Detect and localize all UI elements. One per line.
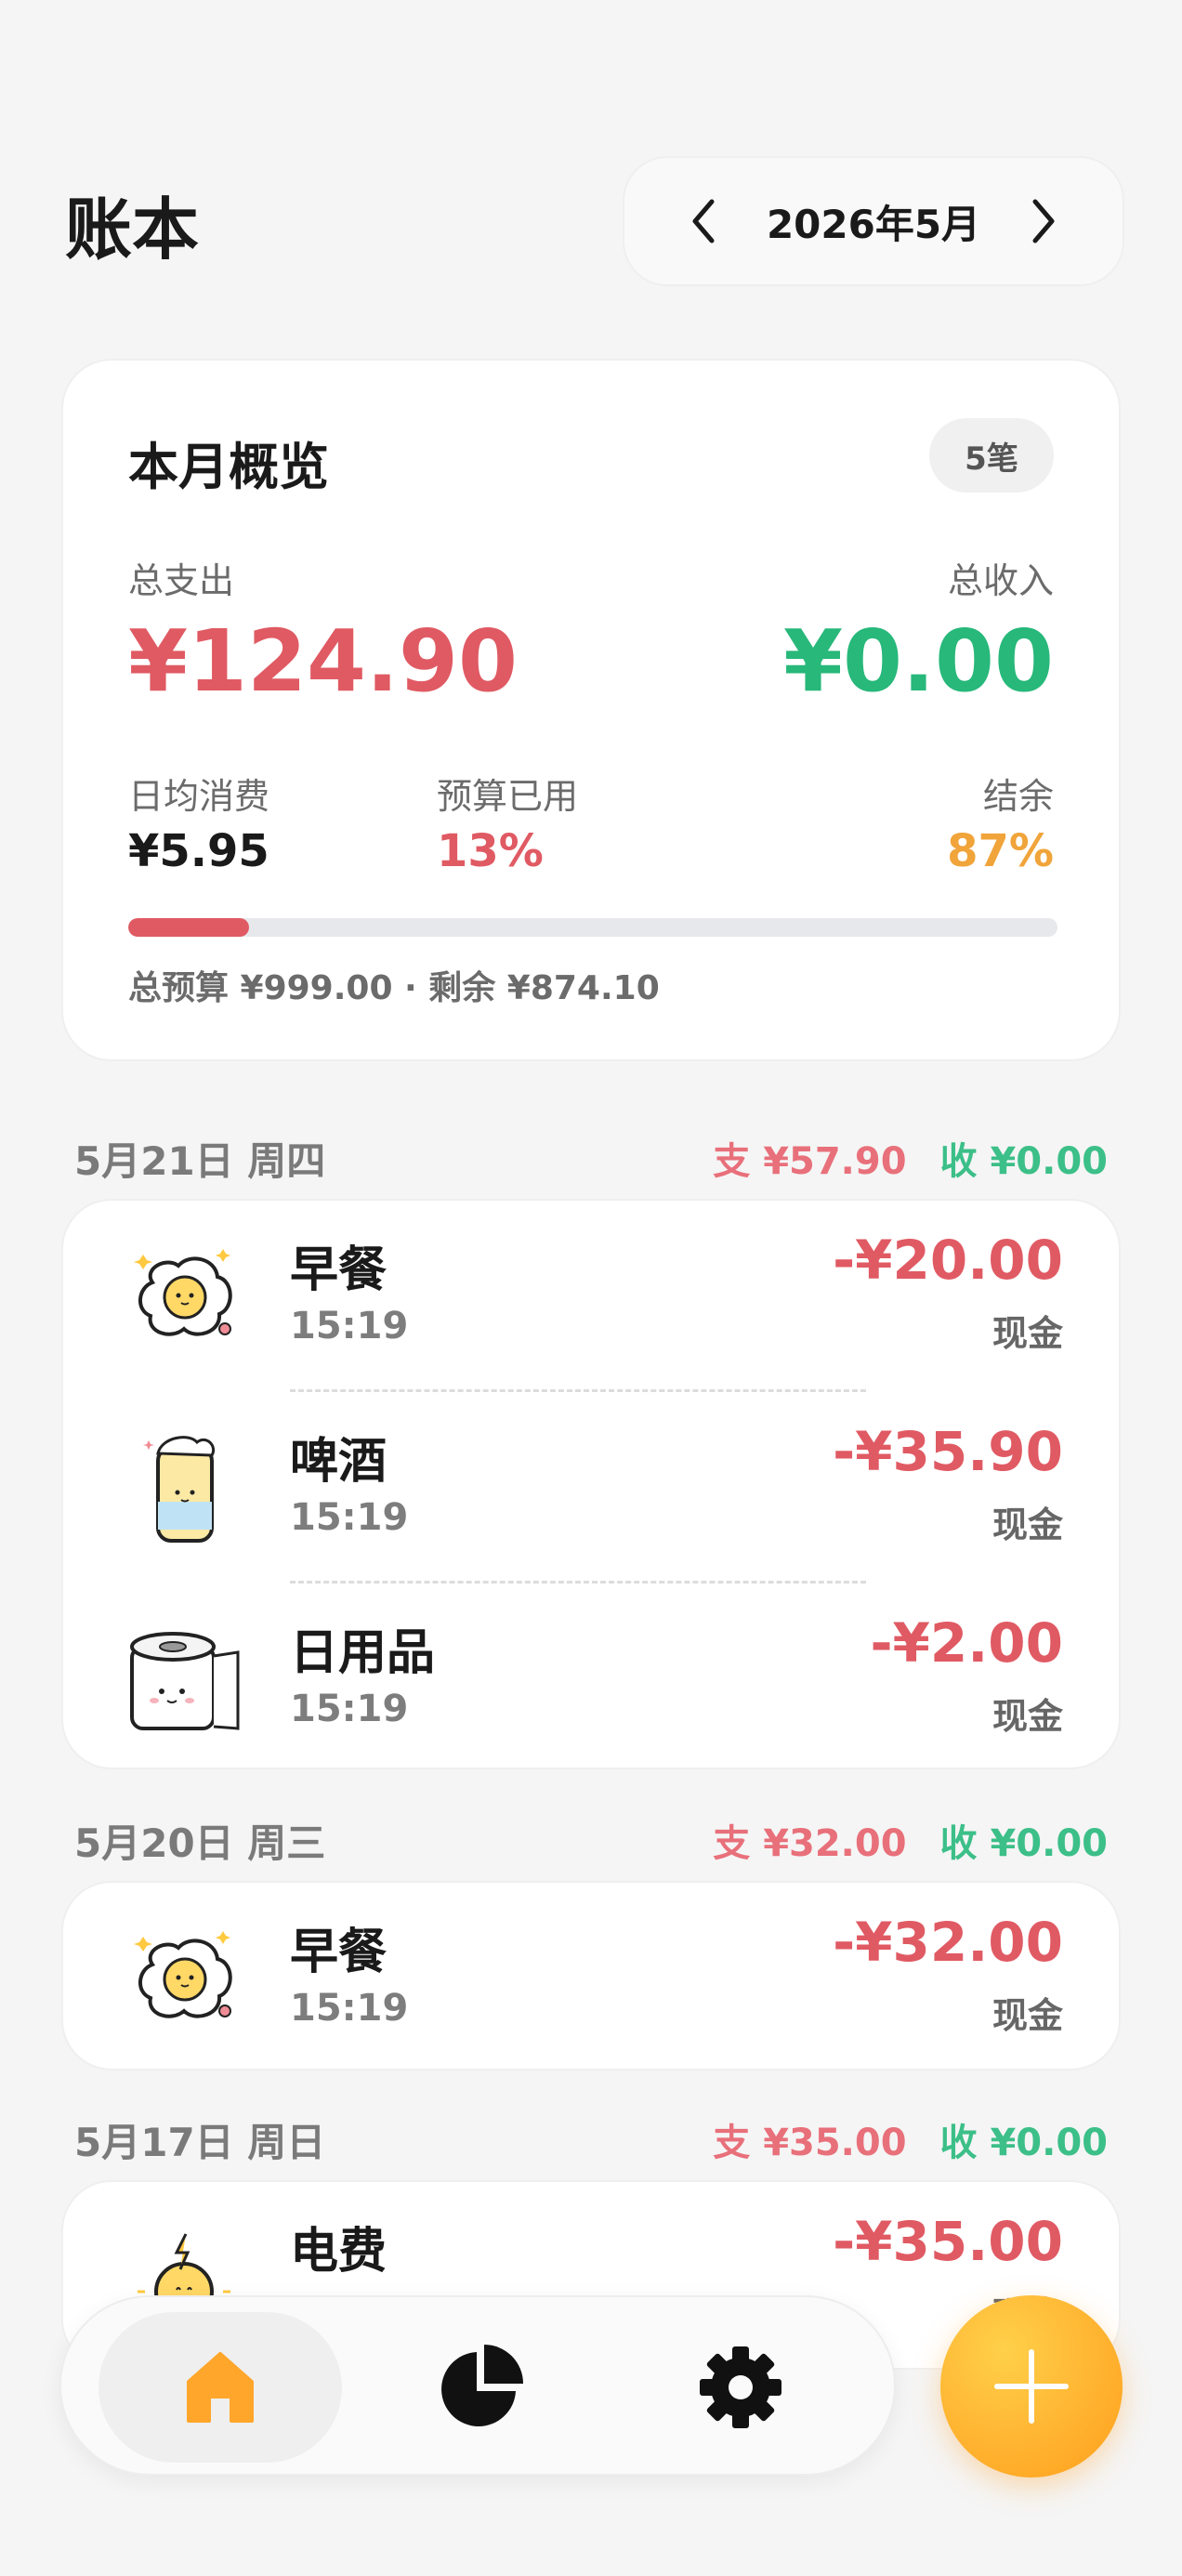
day-income-total: 收 ¥0.00 (939, 1822, 1108, 1865)
entry-row[interactable]: 早餐 15:19 -¥20.00 现金 (63, 1201, 1123, 1392)
overview-card: 本月概览 5笔 总支出 总收入 ¥124.90 ¥0.00 日均消费 ¥5.95… (61, 359, 1121, 1061)
day-date: 5月20日 周三 (74, 1820, 326, 1866)
bottom-nav-bar (59, 2295, 896, 2476)
budget-used-label: 预算已用 (437, 776, 579, 817)
entry-name: 早餐 (290, 1242, 387, 1298)
total-income-value: ¥0.00 (782, 611, 1054, 711)
total-expense-label: 总支出 (128, 560, 235, 601)
day-expense-total: 支 ¥57.90 (713, 1140, 907, 1183)
beer-can-icon (125, 1427, 245, 1548)
entry-amount: -¥35.90 (833, 1420, 1063, 1483)
entry-amount: -¥32.00 (833, 1911, 1063, 1974)
day-income-total: 收 ¥0.00 (939, 2122, 1108, 2164)
budget-progress-fill (128, 918, 249, 937)
day-date: 5月17日 周日 (74, 2119, 326, 2165)
budget-progress-bar (128, 918, 1057, 937)
chevron-right-icon (1032, 199, 1055, 243)
balance-value: 87% (947, 825, 1054, 877)
total-expense-value: ¥124.90 (128, 611, 519, 711)
home-icon (187, 2352, 254, 2423)
nav-home-tab[interactable] (98, 2312, 342, 2463)
entry-method: 现金 (992, 1995, 1063, 2036)
ledger-page: 账本 2026年5月 本月概览 5笔 总支出 总收入 ¥124.90 ¥0.00… (0, 0, 1182, 2576)
entry-method: 现金 (992, 1313, 1063, 1354)
entry-row[interactable]: 日用品 15:19 -¥2.00 现金 (63, 1584, 1123, 1775)
entry-time: 15:19 (290, 1305, 409, 1347)
daily-avg-value: ¥5.95 (128, 825, 269, 877)
day-entries-card: 早餐 15:19 -¥20.00 现金 啤酒 15:19 -¥35.90 现金 (61, 1199, 1121, 1769)
overview-title: 本月概览 (128, 438, 329, 496)
day-date: 5月21日 周四 (74, 1137, 326, 1184)
budget-used-value: 13% (437, 825, 544, 877)
entry-time: 15:19 (290, 1987, 409, 2030)
entry-method: 现金 (992, 1696, 1063, 1737)
day-income-total: 收 ¥0.00 (939, 1140, 1108, 1183)
entry-time: 15:19 (290, 1688, 409, 1730)
entry-row[interactable]: 啤酒 15:19 -¥35.90 现金 (63, 1392, 1123, 1584)
budget-summary: 总预算 ¥999.00 · 剩余 ¥874.10 (128, 969, 660, 1007)
entry-method: 现金 (992, 1505, 1063, 1545)
day-expense-total: 支 ¥35.00 (713, 2122, 907, 2164)
entry-name: 啤酒 (290, 1434, 387, 1490)
entry-name: 早餐 (290, 1925, 387, 1980)
chevron-left-icon (692, 199, 715, 243)
month-label: 2026年5月 (766, 201, 981, 247)
fried-egg-icon (125, 1918, 245, 2039)
nav-stats-tab[interactable] (359, 2312, 602, 2463)
entry-time: 15:19 (290, 1496, 409, 1539)
entry-amount: -¥20.00 (833, 1229, 1063, 1292)
gear-icon (700, 2346, 781, 2428)
daily-avg-label: 日均消费 (128, 776, 270, 817)
day-header: 5月21日 周四 支 ¥57.90 收 ¥0.00 (74, 1130, 1108, 1186)
day-expense-total: 支 ¥32.00 (713, 1822, 907, 1865)
day-header: 5月17日 周日 支 ¥35.00 收 ¥0.00 (74, 2111, 1108, 2167)
fried-egg-icon (125, 1236, 245, 1357)
toilet-paper-icon (125, 1619, 245, 1740)
next-month-button[interactable] (1020, 193, 1067, 249)
entry-name: 日用品 (290, 1625, 436, 1681)
page-title: 账本 (65, 191, 200, 269)
month-picker[interactable]: 2026年5月 (623, 156, 1124, 286)
entry-amount: -¥35.00 (833, 2210, 1063, 2273)
day-entries-card: 早餐 15:19 -¥32.00 现金 (61, 1881, 1121, 2070)
day-header: 5月20日 周三 支 ¥32.00 收 ¥0.00 (74, 1812, 1108, 1868)
pie-chart-icon (441, 2345, 523, 2426)
balance-label: 结余 (982, 776, 1054, 817)
entry-name: 电费 (290, 2224, 387, 2280)
entry-amount: -¥2.00 (870, 1611, 1063, 1675)
count-badge: 5笔 (929, 418, 1054, 493)
entry-row[interactable]: 早餐 15:19 -¥32.00 现金 (63, 1883, 1123, 2074)
add-entry-button[interactable] (940, 2295, 1123, 2477)
total-income-label: 总收入 (947, 560, 1054, 601)
prev-month-button[interactable] (680, 193, 727, 249)
nav-settings-tab[interactable] (619, 2312, 862, 2463)
plus-icon (994, 2349, 1069, 2424)
